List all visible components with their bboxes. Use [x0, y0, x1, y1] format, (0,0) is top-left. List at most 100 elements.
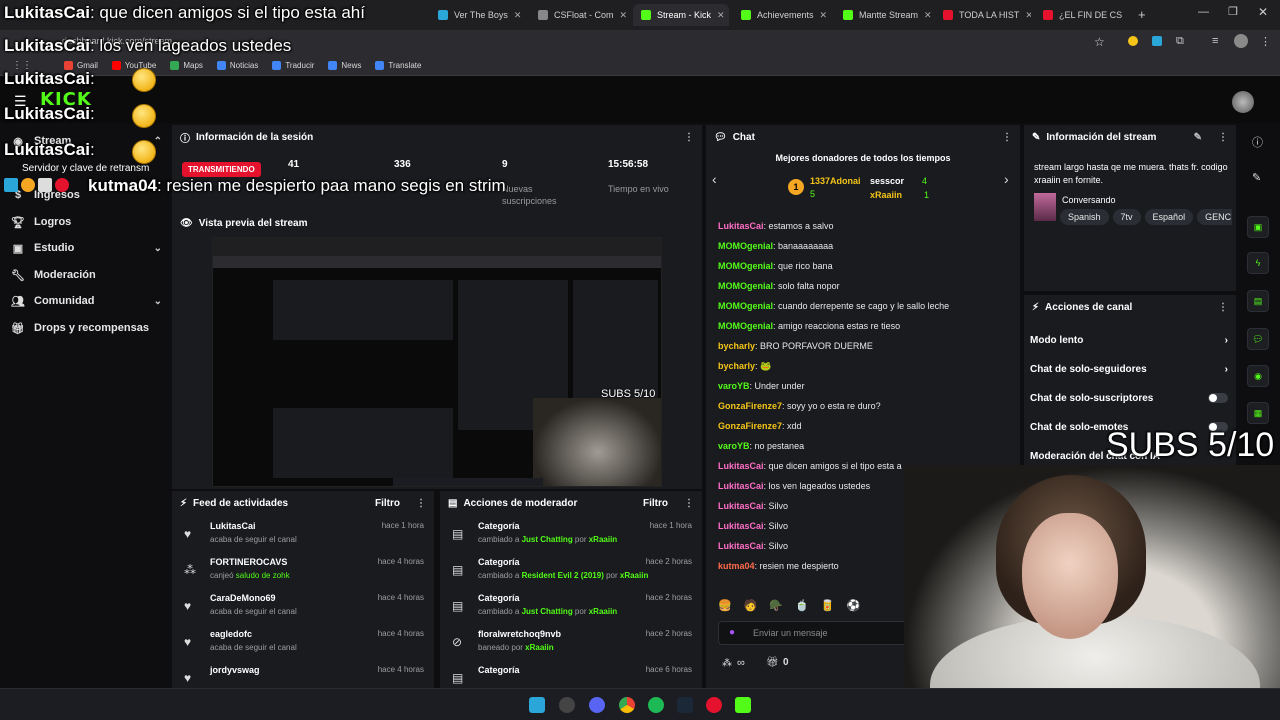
chat-message[interactable]: varoYB: Under under — [718, 381, 805, 391]
chat-username[interactable]: MOMOgenial — [718, 301, 773, 311]
kebab-menu-icon[interactable]: ⋮ — [684, 132, 694, 143]
mod-action-row[interactable]: ▤ Categoría cambiado a Just Chatting por x… — [448, 521, 694, 553]
mic-icon[interactable]: ● — [729, 627, 735, 638]
rail-button-icon[interactable]: ▤ — [1247, 290, 1269, 312]
chat-username[interactable]: GonzaFirenze7 — [718, 401, 782, 411]
chat-username[interactable]: LukitasCai — [718, 501, 764, 511]
spotify-icon[interactable] — [648, 697, 664, 713]
emote-icon[interactable]: ⚽ — [847, 599, 861, 617]
chat-message[interactable]: MOMOgenial: banaaaaaaaa — [718, 241, 833, 251]
donor-name[interactable]: 1337Adonai — [810, 176, 861, 186]
kebab-menu-icon[interactable]: ⋮ — [1218, 132, 1228, 143]
activity-row[interactable]: ♥ jordyvswag hace 4 horas — [180, 665, 426, 688]
close-tab-icon[interactable]: ✕ — [820, 10, 828, 21]
activity-username[interactable]: LukitasCai — [210, 521, 256, 531]
tag[interactable]: Spanish — [1060, 209, 1109, 225]
chat-message[interactable]: GonzaFirenze7: soyy yo o esta re duro? — [718, 401, 881, 411]
bookmark-news[interactable]: News — [328, 61, 361, 70]
activity-row[interactable]: ⁂ FORTINEROCAVS canjeó saludo de zohk hace … — [180, 557, 426, 589]
mod-action-row[interactable]: ⊘ floralwretchoq9nvb baneado por xRaaiin ha… — [448, 629, 694, 661]
stream-preview-video[interactable]: SUBS 5/10 — [212, 237, 662, 487]
chat-message[interactable]: LukitasCai: que dicen amigos si el tipo … — [718, 461, 902, 471]
emote-icon[interactable]: 🧑 — [744, 599, 758, 617]
steam-icon[interactable] — [677, 697, 693, 713]
browser-tab[interactable]: TODA LA HIST ✕ — [935, 4, 1031, 26]
edit-icon[interactable]: ✎ — [1194, 132, 1202, 143]
bookmark-noticias[interactable]: Noticias — [216, 61, 258, 70]
rail-button-icon[interactable]: 💬︎ — [1247, 328, 1269, 350]
chat-message[interactable]: LukitasCai: Silvo — [718, 521, 788, 531]
chat-username[interactable]: LukitasCai — [718, 461, 764, 471]
chat-username[interactable]: kutma04 — [718, 561, 755, 571]
browser-tab[interactable]: Stream - Kick ✕ — [633, 4, 729, 26]
browser-tab[interactable]: CSFloat - Com ✕ — [530, 4, 628, 26]
extension-icon[interactable] — [1152, 36, 1162, 46]
browser-tab[interactable]: Achievements ✕ — [733, 4, 831, 26]
category-name[interactable]: Conversando — [1062, 195, 1116, 205]
chevron-right-icon[interactable]: › — [1004, 171, 1009, 187]
gift-icon[interactable]: 🎁︎ — [766, 657, 779, 668]
chat-username[interactable]: GonzaFirenze7 — [718, 421, 782, 431]
subs-only-toggle[interactable] — [1208, 393, 1228, 403]
chat-message[interactable]: LukitasCai: los ven lageados ustedes — [718, 481, 870, 491]
chat-message[interactable]: LukitasCai: estamos a salvo — [718, 221, 834, 231]
user-avatar[interactable] — [1232, 91, 1254, 113]
chat-message[interactable]: MOMOgenial: cuando derrepente se cago y … — [718, 301, 949, 311]
emote-icon[interactable]: 🪖 — [769, 599, 783, 617]
chat-username[interactable]: MOMOgenial — [718, 321, 773, 331]
chat-message[interactable]: bycharly: 🐸 — [718, 361, 771, 372]
bookmark-maps[interactable]: Maps — [170, 61, 203, 70]
sidebar-subitem-stream-key[interactable]: Servidor y clave de retransm — [22, 163, 149, 174]
tag[interactable]: 7tv — [1112, 209, 1141, 225]
discord-icon[interactable] — [589, 697, 605, 713]
chat-message[interactable]: LukitasCai: Silvo — [718, 501, 788, 511]
tag[interactable]: Español — [1144, 209, 1194, 225]
chat-username[interactable]: varoYB — [718, 441, 750, 451]
chrome-icon[interactable] — [619, 697, 635, 713]
chat-username[interactable]: bycharly — [718, 361, 755, 371]
close-window-icon[interactable]: ✕ — [1258, 5, 1268, 19]
pencil-icon[interactable]: ✎ — [1252, 171, 1261, 184]
activity-username[interactable]: jordyvswag — [210, 665, 260, 675]
windows-start-icon[interactable] — [529, 697, 545, 713]
filter-button[interactable]: Filtro — [643, 498, 668, 509]
profile-avatar[interactable] — [1234, 34, 1248, 48]
chat-username[interactable]: LukitasCai — [718, 221, 764, 231]
mod-action-row[interactable]: ▤ Categoría cambiado a Just Chatting por x… — [448, 593, 694, 625]
menu-icon[interactable]: ≡ — [1212, 35, 1218, 47]
sidebar-item-estudio[interactable]: ▣ Estudio ⌄ — [12, 242, 162, 255]
sidebar-item-logros[interactable]: 🏆︎ Logros — [11, 216, 162, 229]
mod-action-row[interactable]: ▤ Categoría cambiado a Resident Evil 2 (20… — [448, 557, 694, 589]
tag[interactable]: GENC — [1197, 209, 1232, 225]
action-followers-only[interactable]: Chat de solo-seguidores › — [1030, 360, 1228, 378]
sidebar-item-drops[interactable]: 🎁︎ Drops y recompensas — [11, 322, 162, 335]
bookmark-star-icon[interactable]: ☆ — [1094, 35, 1105, 49]
close-tab-icon[interactable]: ✕ — [924, 10, 931, 21]
close-tab-icon[interactable]: ✕ — [514, 10, 522, 21]
activity-row[interactable]: ♥ CaraDeMono69 acaba de seguir el canal hac… — [180, 593, 426, 625]
obs-icon[interactable] — [559, 697, 575, 713]
chat-message[interactable]: LukitasCai: Silvo — [718, 541, 788, 551]
filter-button[interactable]: Filtro — [375, 498, 400, 509]
chat-username[interactable]: varoYB — [718, 381, 750, 391]
sidebar-item-moderacion[interactable]: 🔧︎ Moderación — [11, 269, 162, 282]
chat-username[interactable]: bycharly — [718, 341, 755, 351]
kebab-menu-icon[interactable]: ⋮ — [416, 498, 426, 509]
minimize-icon[interactable]: — — [1198, 6, 1209, 18]
donor-name[interactable]: xRaaiin — [870, 190, 902, 200]
rail-button-icon[interactable]: ◉ — [1247, 365, 1269, 387]
bookmark-traducir[interactable]: Traducir — [272, 61, 314, 70]
info-icon[interactable]: ⓘ — [1252, 134, 1263, 150]
kick-app-icon[interactable] — [735, 697, 751, 713]
activity-username[interactable]: eagledofc — [210, 629, 252, 639]
activity-row[interactable]: ♥ LukitasCai acaba de seguir el canal hace … — [180, 521, 426, 553]
chat-username[interactable]: LukitasCai — [718, 481, 764, 491]
chat-username[interactable]: LukitasCai — [718, 541, 764, 551]
rail-button-icon[interactable]: ▦ — [1247, 402, 1269, 424]
browser-tab[interactable]: Mantte Stream ✕ — [835, 4, 931, 26]
close-tab-icon[interactable]: ✕ — [620, 10, 628, 21]
kebab-menu-icon[interactable]: ⋮ — [684, 498, 694, 509]
app-icon[interactable] — [706, 697, 722, 713]
chat-message[interactable]: bycharly: BRO PORFAVOR DUERME — [718, 341, 873, 351]
chat-username[interactable]: MOMOgenial — [718, 261, 773, 271]
